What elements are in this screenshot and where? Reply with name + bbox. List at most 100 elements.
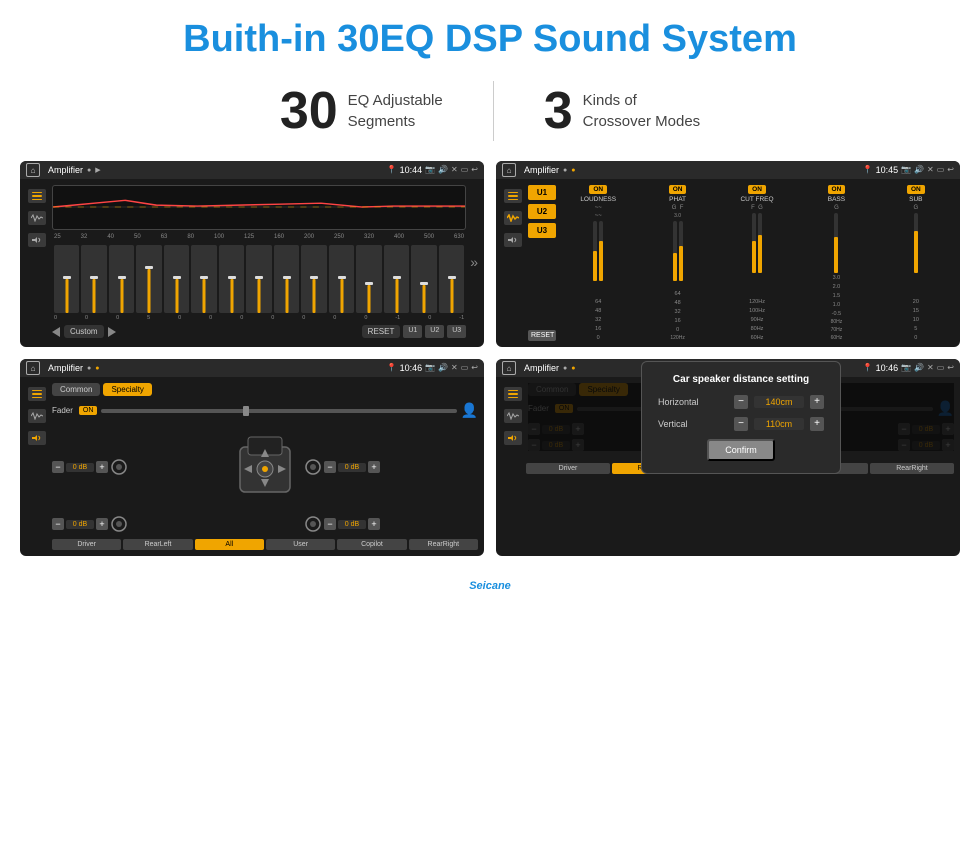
u2-button[interactable]: U2 [425, 325, 444, 338]
slider-6[interactable] [191, 245, 216, 313]
slider-11[interactable] [329, 245, 354, 313]
minimize-icon-3[interactable]: ▭ [461, 363, 469, 373]
tab-common[interactable]: Common [52, 383, 100, 396]
home-icon-2[interactable]: ⌂ [502, 163, 516, 177]
dialog-rearright-btn[interactable]: RearRight [870, 463, 954, 474]
vertical-minus[interactable]: − [734, 417, 748, 431]
preset-label: Custom [64, 325, 104, 338]
screen-speaker-icons: 📍 10:46 📷 🔊 ✕ ▭ ↩ [387, 363, 478, 373]
driver-btn[interactable]: Driver [52, 539, 121, 550]
slider-15[interactable] [439, 245, 464, 313]
slider-14[interactable] [411, 245, 436, 313]
phat-on[interactable]: ON [669, 185, 687, 194]
close-icon[interactable]: ✕ [451, 165, 458, 175]
u1-button[interactable]: U1 [403, 325, 422, 338]
slider-5[interactable] [164, 245, 189, 313]
eq-icon-2[interactable] [504, 189, 522, 203]
u2-preset[interactable]: U2 [528, 204, 556, 219]
vol-icon-4[interactable] [504, 431, 522, 445]
col-loudness: ON LOUDNESS ~~ ~~ 644832160 [560, 185, 636, 341]
wave-icon[interactable] [28, 211, 46, 225]
slider-1[interactable] [54, 245, 79, 313]
stat-eq-number: 30 [280, 81, 338, 141]
rl-minus[interactable]: − [52, 518, 64, 530]
volume-icon-4: 🔊 [914, 363, 924, 373]
slider-9[interactable] [274, 245, 299, 313]
fl-plus[interactable]: + [96, 461, 108, 473]
minimize-icon-2[interactable]: ▭ [937, 165, 945, 175]
wave-icon-3[interactable] [28, 409, 46, 423]
u3-preset[interactable]: U3 [528, 223, 556, 238]
slider-10[interactable] [301, 245, 326, 313]
slider-2[interactable] [81, 245, 106, 313]
vertical-label: Vertical [658, 419, 728, 429]
close-icon-4[interactable]: ✕ [927, 363, 934, 373]
next-button[interactable] [108, 327, 116, 337]
screen-dialog-title: Amplifier [524, 363, 559, 373]
sub-on[interactable]: ON [907, 185, 925, 194]
record-icon-3: ● [87, 365, 91, 372]
watermark: Seicane [0, 576, 980, 600]
slider-7[interactable] [219, 245, 244, 313]
user-btn[interactable]: User [266, 539, 335, 550]
vol-icon-2[interactable] [504, 233, 522, 247]
rr-minus[interactable]: − [324, 518, 336, 530]
loudness-on[interactable]: ON [589, 185, 607, 194]
watermark-text: Seicane [469, 580, 511, 592]
dialog-side-icons [502, 383, 524, 451]
eq-bottom: Custom RESET U1 U2 U3 [52, 321, 466, 338]
vol-icon[interactable] [28, 233, 46, 247]
reset-button[interactable]: RESET [362, 325, 401, 338]
slider-8[interactable] [246, 245, 271, 313]
eq-icon[interactable] [28, 189, 46, 203]
home-icon[interactable]: ⌂ [26, 163, 40, 177]
minimize-icon[interactable]: ▭ [461, 165, 469, 175]
rr-db-value: 0 dB [338, 520, 366, 529]
stat-crossover: 3 Kinds ofCrossover Modes [494, 81, 750, 141]
slider-13[interactable] [384, 245, 409, 313]
fr-plus[interactable]: + [368, 461, 380, 473]
fl-minus[interactable]: − [52, 461, 64, 473]
rearleft-btn[interactable]: RearLeft [123, 539, 192, 550]
back-icon[interactable]: ↩ [471, 165, 478, 175]
slider-3[interactable] [109, 245, 134, 313]
vertical-plus[interactable]: + [810, 417, 824, 431]
horizontal-minus[interactable]: − [734, 395, 748, 409]
fader-on[interactable]: ON [79, 406, 98, 415]
slider-12[interactable] [356, 245, 381, 313]
cutfreq-on[interactable]: ON [748, 185, 766, 194]
prev-button[interactable] [52, 327, 60, 337]
crossover-reset[interactable]: RESET [528, 330, 556, 341]
back-icon-2[interactable]: ↩ [947, 165, 954, 175]
wave-icon-4[interactable] [504, 409, 522, 423]
wave-icon-2[interactable] [504, 211, 522, 225]
tab-specialty[interactable]: Specialty [103, 383, 151, 396]
u3-button[interactable]: U3 [447, 325, 466, 338]
back-icon-4[interactable]: ↩ [947, 363, 954, 373]
eq-icon-3[interactable] [28, 387, 46, 401]
close-icon-2[interactable]: ✕ [927, 165, 934, 175]
dialog-driver-btn[interactable]: Driver [526, 463, 610, 474]
all-btn[interactable]: All [195, 539, 264, 550]
home-icon-3[interactable]: ⌂ [26, 361, 40, 375]
play-icon: ▶ [95, 166, 100, 174]
rearright-btn[interactable]: RearRight [409, 539, 478, 550]
rl-plus[interactable]: + [96, 518, 108, 530]
slider-4[interactable] [136, 245, 161, 313]
eq-graph [52, 185, 466, 230]
vol-icon-3[interactable] [28, 431, 46, 445]
fr-minus[interactable]: − [324, 461, 336, 473]
back-icon-3[interactable]: ↩ [471, 363, 478, 373]
eq-icon-4[interactable] [504, 387, 522, 401]
confirm-button[interactable]: Confirm [707, 439, 775, 461]
expand-icon[interactable]: » [470, 185, 478, 338]
close-icon-3[interactable]: ✕ [451, 363, 458, 373]
copilot-btn[interactable]: Copilot [337, 539, 406, 550]
horizontal-plus[interactable]: + [810, 395, 824, 409]
u1-preset[interactable]: U1 [528, 185, 556, 200]
rr-plus[interactable]: + [368, 518, 380, 530]
minimize-icon-4[interactable]: ▭ [937, 363, 945, 373]
fader-track[interactable] [101, 409, 456, 413]
home-icon-4[interactable]: ⌂ [502, 361, 516, 375]
bass-on[interactable]: ON [828, 185, 846, 194]
